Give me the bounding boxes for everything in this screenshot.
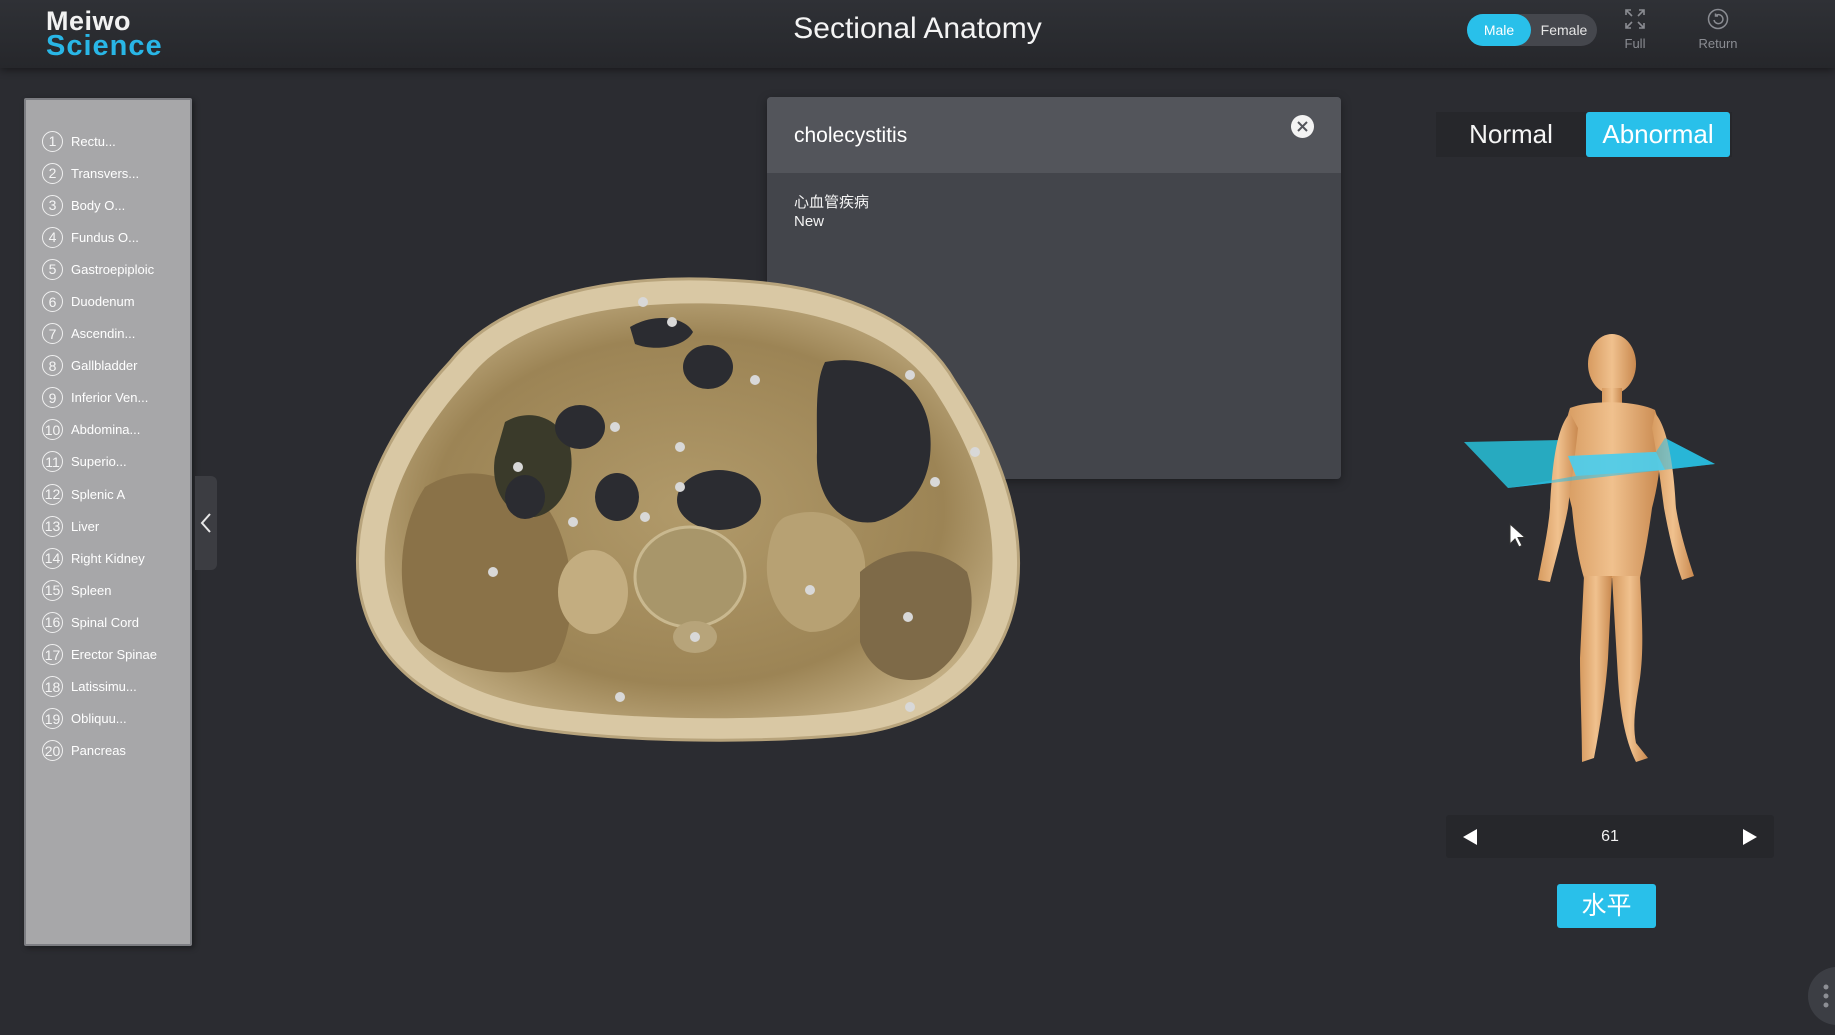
sidebar-item[interactable]: 19 Obliquu... [26,703,190,735]
sidebar-item[interactable]: 4 Fundus O... [26,221,190,253]
sidebar-item-label: Liver [71,518,100,534]
sidebar-item[interactable]: 6 Duodenum [26,285,190,317]
sidebar-item[interactable]: 20 Pancreas [26,735,190,767]
popup-close-button[interactable] [1291,115,1314,138]
sidebar-item-label: Rectu... [71,133,116,149]
sidebar-item-label: Latissimu... [71,679,137,695]
sidebar-item-label: Pancreas [71,743,126,759]
item-number-badge: 19 [42,708,63,730]
item-number-badge: 20 [42,740,63,762]
dots-icon [1823,984,1829,1008]
sidebar-item[interactable]: 16 Spinal Cord [26,606,190,638]
body-model-viewer[interactable] [1460,318,1720,778]
item-number-badge: 18 [42,676,63,698]
cross-section-image[interactable] [355,272,1030,744]
sidebar-item[interactable]: 10 Abdomina... [26,414,190,446]
item-number-badge: 2 [42,162,63,184]
sidebar-item[interactable]: 15 Spleen [26,574,190,606]
item-number-badge: 12 [42,483,63,505]
sidebar-item-label: Splenic A [71,486,126,502]
return-button[interactable]: Return [1688,8,1748,51]
item-number-badge: 14 [42,547,63,569]
gender-male-option[interactable]: Male [1467,14,1531,46]
sidebar-item-label: Fundus O... [71,229,139,245]
popup-title: cholecystitis [794,124,908,147]
sidebar-collapse-button[interactable] [195,476,217,570]
sidebar-item-label: Obliquu... [71,711,127,727]
return-label: Return [1698,36,1738,51]
item-number-badge: 16 [42,611,63,633]
popup-header: cholecystitis [767,97,1341,173]
return-icon [1707,8,1729,30]
fullscreen-icon [1625,9,1645,29]
item-number-badge: 6 [42,291,63,313]
sidebar-item-label: Abdomina... [71,422,141,438]
item-number-badge: 15 [42,579,63,601]
sidebar-item[interactable]: 9 Inferior Ven... [26,382,190,414]
fullscreen-button[interactable]: Full [1605,8,1665,51]
sidebar-item-label: Inferior Ven... [71,390,149,406]
disease-tag[interactable]: New [794,212,1314,231]
next-slice-button[interactable] [1740,827,1760,847]
close-icon [1297,121,1308,132]
sidebar-item[interactable]: 12 Splenic A [26,478,190,510]
sidebar-item-label: Right Kidney [71,550,145,566]
triangle-right-icon [1742,828,1757,845]
item-number-badge: 3 [42,194,63,216]
mouse-cursor-icon [1509,522,1527,554]
item-number-badge: 13 [42,515,63,537]
sidebar-item-label: Gastroepiploic [71,261,155,277]
sidebar-item-label: Ascendin... [71,326,136,342]
sidebar-item[interactable]: 2 Transvers... [26,157,190,189]
sidebar-item-label: Spinal Cord [71,614,139,630]
gender-toggle[interactable]: Male Female [1467,14,1597,46]
sidebar-item[interactable]: 3 Body O... [26,189,190,221]
sidebar-item[interactable]: 5 Gastroepiploic [26,253,190,285]
sidebar-item-label: Duodenum [71,294,135,310]
sidebar-item-label: Gallbladder [71,358,138,374]
abnormal-mode-button[interactable]: Abnormal [1586,112,1730,157]
plane-orientation-button[interactable]: 水平 [1557,884,1656,928]
sidebar-item-label: Body O... [71,197,126,213]
item-number-badge: 11 [42,451,63,473]
fullscreen-label: Full [1624,36,1646,51]
gender-female-option[interactable]: Female [1531,14,1597,46]
sidebar-item[interactable]: 17 Erector Spinae [26,639,190,671]
item-number-badge: 4 [42,226,63,248]
sidebar-item[interactable]: 7 Ascendin... [26,318,190,350]
structure-sidebar: 1 Rectu... 2 Transvers... 3 Body O... 4 Fundus … [24,98,192,946]
disease-category[interactable]: 心血管疾病 [794,193,1314,212]
mode-toggle[interactable]: Normal Abnormal [1436,112,1732,157]
slice-stepper: 61 [1446,815,1774,858]
structure-list: 1 Rectu... 2 Transvers... 3 Body O... 4 Fundus … [26,100,190,767]
sidebar-item-label: Spleen [71,582,112,598]
item-number-badge: 9 [42,387,63,409]
sidebar-item[interactable]: 13 Liver [26,510,190,542]
sidebar-item-label: Superio... [71,454,127,470]
sidebar-item-label: Erector Spinae [71,647,157,663]
item-number-badge: 8 [42,355,63,377]
normal-mode-button[interactable]: Normal [1436,112,1586,157]
sidebar-item[interactable]: 11 Superio... [26,446,190,478]
item-number-badge: 7 [42,323,63,345]
previous-slice-button[interactable] [1460,827,1480,847]
sidebar-item[interactable]: 14 Right Kidney [26,542,190,574]
sidebar-item[interactable]: 18 Latissimu... [26,671,190,703]
chevron-left-icon [200,513,211,533]
sidebar-item-label: Transvers... [71,165,140,181]
item-number-badge: 10 [42,419,63,441]
top-bar: Meiwo Science Sectional Anatomy Male Fem… [0,0,1835,68]
sidebar-item[interactable]: 8 Gallbladder [26,350,190,382]
app-root: Meiwo Science Sectional Anatomy Male Fem… [0,0,1835,1035]
floating-menu-button[interactable] [1808,967,1835,1025]
item-number-badge: 5 [42,258,63,280]
triangle-left-icon [1463,828,1477,845]
popup-body: 心血管疾病 New [767,173,1341,251]
sidebar-item[interactable]: 1 Rectu... [26,125,190,157]
slice-number: 61 [1601,827,1619,845]
item-number-badge: 1 [42,130,63,152]
item-number-badge: 17 [42,644,63,666]
